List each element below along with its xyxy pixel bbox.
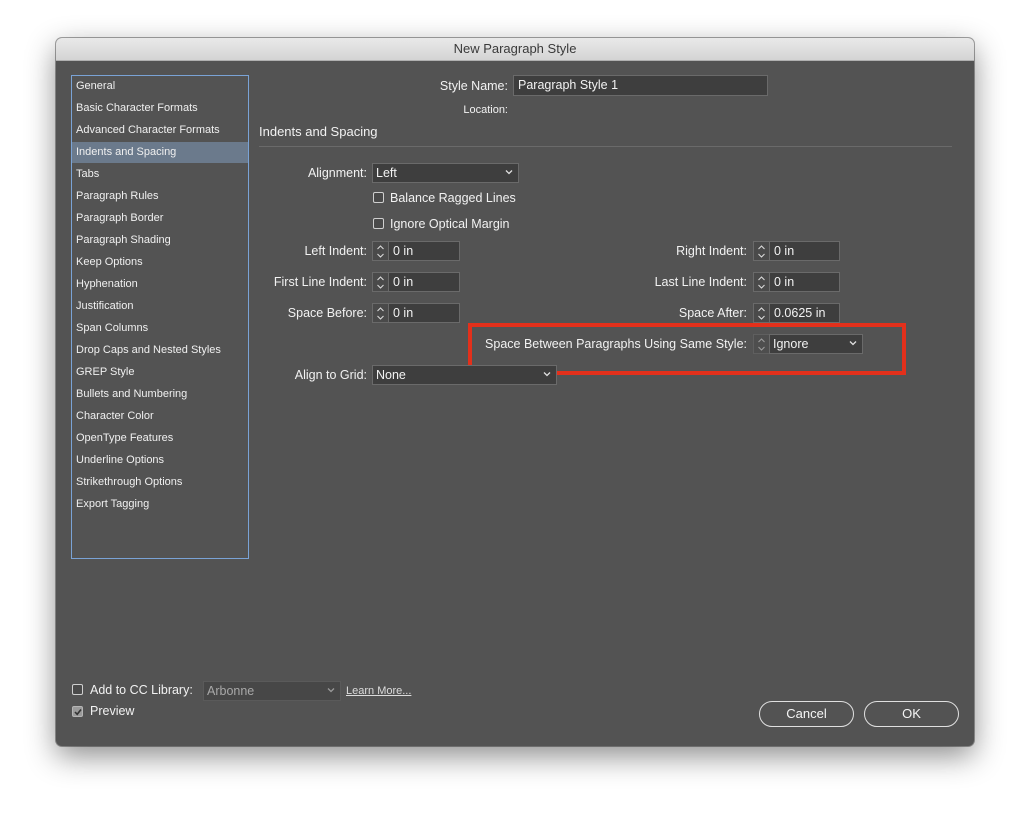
left-indent-input[interactable]: 0 in	[388, 241, 460, 261]
stepper-arrows-icon	[758, 307, 765, 320]
ignore-optical-checkbox[interactable]	[373, 218, 384, 229]
sidebar-item-character-color[interactable]: Character Color	[72, 406, 248, 427]
learn-more-link[interactable]: Learn More...	[346, 685, 411, 697]
alignment-label: Alignment:	[307, 166, 367, 180]
sidebar-item-export-tagging[interactable]: Export Tagging	[72, 494, 248, 515]
balance-ragged-label: Balance Ragged Lines	[390, 191, 516, 205]
space-after-stepper[interactable]	[753, 303, 769, 323]
right-indent-input[interactable]: 0 in	[769, 241, 840, 261]
stepper-arrows-icon	[377, 276, 384, 289]
sidebar-item-paragraph-border[interactable]: Paragraph Border	[72, 208, 248, 229]
space-after-label: Space After:	[678, 306, 747, 320]
sidebar-item-tabs[interactable]: Tabs	[72, 164, 248, 185]
dialog-title: New Paragraph Style	[56, 38, 974, 61]
right-indent-stepper[interactable]	[753, 241, 769, 261]
align-to-grid-label: Align to Grid:	[294, 368, 367, 382]
align-to-grid-select[interactable]: None	[372, 365, 557, 385]
alignment-select[interactable]: Left	[372, 163, 519, 183]
add-to-cc-library-label: Add to CC Library:	[90, 683, 193, 697]
chevron-down-icon	[505, 170, 513, 175]
align-to-grid-value: None	[376, 368, 406, 382]
stepper-arrows-icon	[377, 245, 384, 258]
add-to-cc-library-checkbox[interactable]	[72, 684, 83, 695]
sidebar-item-general[interactable]: General	[72, 76, 248, 97]
chevron-down-icon	[543, 372, 551, 377]
left-indent-stepper[interactable]	[372, 241, 388, 261]
sidebar-item-bullets-numbering[interactable]: Bullets and Numbering	[72, 384, 248, 405]
last-line-indent-label: Last Line Indent:	[654, 275, 747, 289]
right-indent-label: Right Indent:	[676, 244, 747, 258]
space-before-stepper[interactable]	[372, 303, 388, 323]
new-paragraph-style-dialog: New Paragraph Style General Basic Charac…	[56, 38, 974, 746]
sidebar-item-advanced-character-formats[interactable]: Advanced Character Formats	[72, 120, 248, 141]
alignment-value: Left	[376, 166, 397, 180]
sidebar-item-indents-and-spacing[interactable]: Indents and Spacing	[72, 142, 248, 163]
sidebar-item-underline-options[interactable]: Underline Options	[72, 450, 248, 471]
stepper-arrows-icon	[377, 307, 384, 320]
sidebar-item-paragraph-shading[interactable]: Paragraph Shading	[72, 230, 248, 251]
section-title: Indents and Spacing	[259, 124, 378, 139]
sidebar-item-keep-options[interactable]: Keep Options	[72, 252, 248, 273]
left-indent-label: Left Indent:	[304, 244, 367, 258]
space-before-label: Space Before:	[287, 306, 367, 320]
last-line-indent-stepper[interactable]	[753, 272, 769, 292]
sidebar-item-basic-character-formats[interactable]: Basic Character Formats	[72, 98, 248, 119]
space-before-input[interactable]: 0 in	[388, 303, 460, 323]
cc-library-value: Arbonne	[207, 684, 255, 698]
style-name-input[interactable]: Paragraph Style 1	[513, 75, 768, 96]
section-divider	[259, 146, 952, 147]
ok-button[interactable]: OK	[864, 701, 959, 727]
first-line-indent-input[interactable]: 0 in	[388, 272, 460, 292]
sidebar-item-hyphenation[interactable]: Hyphenation	[72, 274, 248, 295]
balance-ragged-checkbox[interactable]	[373, 192, 384, 203]
first-line-indent-stepper[interactable]	[372, 272, 388, 292]
last-line-indent-input[interactable]: 0 in	[769, 272, 840, 292]
cancel-button[interactable]: Cancel	[759, 701, 854, 727]
preview-checkbox[interactable]	[72, 706, 83, 717]
ignore-optical-label: Ignore Optical Margin	[390, 217, 510, 231]
category-list: General Basic Character Formats Advanced…	[71, 75, 249, 559]
checkmark-icon	[74, 709, 82, 716]
stepper-arrows-icon	[758, 276, 765, 289]
cc-library-select[interactable]: Arbonne	[203, 681, 341, 701]
sidebar-item-grep-style[interactable]: GREP Style	[72, 362, 248, 383]
style-name-label: Style Name:	[439, 79, 508, 93]
preview-label: Preview	[90, 704, 135, 718]
stepper-arrows-icon	[758, 245, 765, 258]
sidebar-item-span-columns[interactable]: Span Columns	[72, 318, 248, 339]
sidebar-item-opentype-features[interactable]: OpenType Features	[72, 428, 248, 449]
space-after-input[interactable]: 0.0625 in	[769, 303, 840, 323]
first-line-indent-label: First Line Indent:	[273, 275, 367, 289]
sidebar-item-drop-caps[interactable]: Drop Caps and Nested Styles	[72, 340, 248, 361]
chevron-down-icon	[327, 688, 335, 693]
sidebar-item-paragraph-rules[interactable]: Paragraph Rules	[72, 186, 248, 207]
sidebar-item-justification[interactable]: Justification	[72, 296, 248, 317]
location-label: Location:	[463, 104, 508, 116]
sidebar-item-strikethrough-options[interactable]: Strikethrough Options	[72, 472, 248, 493]
